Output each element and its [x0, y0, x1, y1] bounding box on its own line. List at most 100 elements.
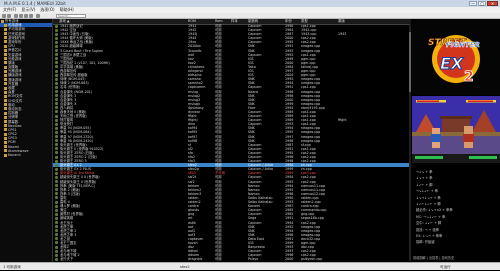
game-icon — [55, 49, 58, 53]
move-line: ↓↙←↓↙← + 脚 — [416, 202, 441, 206]
folder-icon — [4, 36, 7, 40]
move-line: ↓↘→↓↘→ + 拳 — [416, 195, 441, 200]
cell-name: 龙行天下 — [60, 257, 74, 262]
move-line: ↓↘→ + 拳 — [416, 176, 433, 181]
game-icon — [55, 90, 58, 93]
game-icon — [55, 126, 58, 130]
game-icon — [55, 237, 58, 241]
game-icon — [55, 216, 58, 220]
game-icon — [55, 175, 58, 179]
game-icon — [55, 147, 58, 151]
game-icon — [55, 229, 58, 233]
game-icon — [55, 40, 58, 44]
list-view-icon[interactable] — [24, 14, 28, 18]
game-icon — [55, 114, 58, 118]
game-icon — [55, 118, 58, 122]
game-icon — [55, 184, 58, 188]
move-line: →↓↘ + 拳 — [416, 170, 433, 174]
game-icon — [55, 102, 58, 106]
game-logo: STREET FIGHTER EX 2 — [416, 19, 496, 95]
folder-icon — [4, 78, 7, 82]
game-icon — [55, 32, 58, 36]
game-icon — [55, 167, 58, 171]
folder-icon — [4, 57, 7, 61]
cell-src: psikyosh.cpp — [301, 257, 323, 262]
large-icons-icon[interactable] — [14, 14, 18, 18]
window-title: M.A.M.E 0.1.4 | MAMEUI 32bit — [4, 1, 66, 6]
game-icon — [55, 106, 58, 110]
move-list: 按键图解 | 出招表 | 游戏历史 →↓↘ + 拳 ↓↘→ + 拳 ↓↙← + 脚 →… — [412, 165, 500, 262]
game-icon — [55, 196, 58, 200]
folder-icon — [4, 153, 7, 157]
help-icon[interactable] — [36, 14, 40, 18]
game-icon — [55, 85, 58, 89]
game-icon — [55, 24, 58, 28]
window-titlebar: M.A.M.E 0.1.4 | MAMEUI 32bit — ▢ ✕ — [0, 0, 500, 7]
screenshot-toggle-icon[interactable] — [7, 14, 11, 18]
game-icon — [55, 139, 58, 143]
title-logo-panel: STREET FIGHTER EX 2 — [412, 19, 500, 95]
tree-item[interactable]: Konami — [0, 153, 52, 157]
details-view-icon[interactable] — [29, 14, 33, 18]
folder-icon — [4, 103, 7, 107]
folder-icon — [4, 40, 7, 44]
move-line: 超必杀: ↓↘→×2 + 拳拳 — [416, 208, 453, 213]
folder-icon — [4, 149, 7, 153]
folder-icon — [4, 136, 7, 140]
small-icons-icon[interactable] — [19, 14, 23, 18]
game-icon — [55, 200, 58, 204]
game-icon — [55, 180, 58, 184]
game-list: 游戏 ▲ ROM Rom 样本 制造商 年份 类型 原版 1941 魔界战记 19… — [53, 19, 411, 262]
minimize-button[interactable]: — — [469, 1, 477, 6]
game-icon — [55, 81, 58, 85]
svg-text:EX: EX — [440, 54, 464, 73]
game-icon — [55, 73, 58, 77]
game-icon — [55, 143, 58, 147]
game-rows: 1941 魔界战记 1941 可用 Capcom 1990 cps1.cpp 1942 空战… — [53, 24, 411, 261]
maximize-button[interactable]: ▢ — [478, 1, 486, 6]
game-icon — [55, 57, 58, 61]
folder-icon — [4, 90, 7, 94]
game-icon — [55, 135, 58, 139]
folder-icon — [4, 44, 7, 48]
folder-icon — [4, 82, 7, 86]
svg-text:FIGHTER: FIGHTER — [446, 41, 480, 49]
folders-toggle-icon[interactable] — [2, 14, 6, 18]
folder-icon — [4, 99, 7, 103]
folder-icon — [4, 124, 7, 128]
folder-icon — [1, 19, 4, 23]
folder-icon — [4, 27, 7, 31]
folder-icon — [4, 132, 7, 136]
list-scrollbar[interactable] — [409, 24, 411, 261]
game-icon — [55, 212, 58, 216]
status-bar: 1 可用游戏 sfex2 可运行 — [0, 262, 500, 270]
game-icon — [55, 98, 58, 102]
tree-item-label: Konami — [8, 153, 21, 157]
cell-rom: dragnblz — [188, 257, 203, 262]
move-line: EX: ↓↘→ + 拳拳 — [416, 234, 443, 238]
scrollbar-thumb[interactable] — [409, 32, 411, 92]
search-input[interactable]: Search... — [56, 14, 86, 18]
game-icon — [55, 208, 58, 212]
close-button[interactable]: ✕ — [487, 1, 498, 6]
folder-icon — [4, 53, 7, 56]
game-icon — [55, 65, 58, 69]
folder-icon — [4, 65, 7, 69]
folder-icon — [4, 23, 7, 27]
game-icon — [55, 192, 58, 196]
folder-icon — [4, 107, 7, 111]
folder-icon — [4, 128, 7, 132]
folder-icon — [4, 140, 7, 144]
game-icon — [55, 155, 58, 159]
game-icon — [55, 163, 58, 167]
game-icon — [55, 159, 58, 163]
move-line: 空中: ↓↙← + 脚 — [416, 221, 442, 226]
info-tabs[interactable]: 按键图解 | 出招表 | 游戏历史 — [413, 255, 454, 260]
table-row[interactable]: 龙行天下 dragnblz 可用 Psikyo 2000 psikyosh.cpp — [53, 257, 411, 261]
game-icon — [55, 249, 58, 253]
game-icon — [55, 69, 58, 73]
game-icon — [55, 36, 58, 40]
folder-icon — [4, 111, 7, 115]
game-icon — [55, 44, 58, 48]
game-icon — [55, 225, 58, 229]
